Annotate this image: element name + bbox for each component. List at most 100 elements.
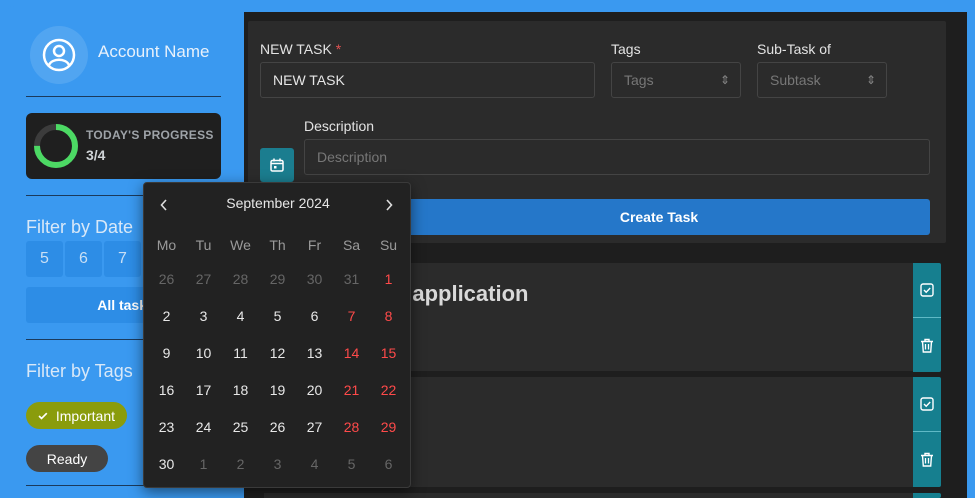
calendar-day[interactable]: 30 [148,450,185,478]
calendar-day[interactable]: 5 [333,450,370,478]
subtask-label: Sub-Task of [757,41,831,57]
calendar-day[interactable]: 31 [333,265,370,293]
calendar-day[interactable]: 23 [148,413,185,441]
user-icon [42,38,76,72]
trash-icon [921,338,933,353]
tag-label: Ready [46,450,88,467]
task-title: s application [394,281,529,306]
calendar-day[interactable]: 29 [259,265,296,293]
calendar-day[interactable]: 8 [370,302,407,330]
task-actions [913,377,941,487]
calendar-icon [270,158,284,172]
calendar-day[interactable]: 26 [259,413,296,441]
progress-card: TODAY'S PROGRESS 3/4 [26,113,221,179]
weekday-label: Tu [195,237,212,253]
progress-title: TODAY'S PROGRESS [86,128,214,142]
calendar-day[interactable]: 20 [296,376,333,404]
calendar-day[interactable]: 18 [222,376,259,404]
calendar-day[interactable]: 3 [259,450,296,478]
tags-placeholder: Tags [624,72,654,88]
weekday-label: Sa [342,237,361,253]
check-icon [38,412,48,420]
delete-task-button[interactable] [913,432,941,486]
progress-value: 3/4 [86,147,106,163]
description-label: Description [304,118,375,134]
task-card[interactable] [264,493,913,498]
calendar-day[interactable]: 30 [296,265,333,293]
calendar-day[interactable]: 15 [370,339,407,367]
calendar-day[interactable]: 1 [185,450,222,478]
calendar-day[interactable]: 4 [222,302,259,330]
tag-chip-important[interactable]: Important [26,402,127,429]
trash-icon [921,452,933,467]
calendar-day[interactable]: 22 [370,376,407,404]
app-window: Account Name TODAY'S PROGRESS 3/4 Filter… [0,0,975,498]
weekday-label: Fr [307,237,322,253]
check-square-icon [920,283,934,297]
calendar-day[interactable]: 19 [259,376,296,404]
calendar-day[interactable]: 1 [370,265,407,293]
required-mark: * [335,41,342,57]
calendar-day[interactable]: 14 [333,339,370,367]
tag-label: Important [55,407,115,424]
create-task-button[interactable]: Create Task [388,199,930,235]
account-name[interactable]: Account Name [98,42,210,62]
calendar-day[interactable]: 6 [370,450,407,478]
calendar-day[interactable]: 7 [333,302,370,330]
calendar-day[interactable]: 11 [222,339,259,367]
weekday-label: We [230,237,251,253]
tags-select[interactable]: Tags ⇕ [611,62,741,98]
calendar-day[interactable]: 26 [148,265,185,293]
date-cell[interactable]: 7 [104,241,141,277]
calendar-day[interactable]: 3 [185,302,222,330]
task-actions [913,263,941,372]
task-actions [913,493,941,498]
calendar-day[interactable]: 28 [333,413,370,441]
description-input[interactable]: Description [304,139,930,175]
weekday-label: Th [269,237,286,253]
date-picker: September 2024 Mo Tu We Th Fr Sa Su 26 27 28 29 30… [143,182,411,488]
calendar-button[interactable] [260,148,294,182]
calendar-day[interactable]: 9 [148,339,185,367]
new-task-label: NEW TASK * [260,41,342,57]
calendar-day[interactable]: 28 [222,265,259,293]
complete-task-button[interactable] [913,263,941,317]
calendar-day[interactable]: 27 [185,265,222,293]
calendar-day[interactable]: 12 [259,339,296,367]
calendar-day[interactable]: 4 [296,450,333,478]
calendar-day[interactable]: 29 [370,413,407,441]
weekday-label: Su [379,237,398,253]
chevron-right-icon [386,199,393,211]
tags-label: Tags [611,41,641,57]
calendar-day[interactable]: 21 [333,376,370,404]
calendar-day[interactable]: 10 [185,339,222,367]
complete-task-button[interactable] [913,377,941,431]
task-name-input[interactable]: NEW TASK [260,62,595,98]
date-cell[interactable]: 5 [26,241,63,277]
chevron-updown-icon: ⇕ [865,73,876,87]
calendar-day[interactable]: 24 [185,413,222,441]
subtask-placeholder: Subtask [770,72,821,88]
filter-date-title: Filter by Date [26,217,134,237]
calendar-day[interactable]: 5 [259,302,296,330]
divider [26,96,221,97]
month-label: September 2024 [226,195,330,211]
calendar-day[interactable]: 17 [185,376,222,404]
check-square-icon [920,397,934,411]
date-cell[interactable]: 6 [65,241,102,277]
calendar-day[interactable]: 2 [222,450,259,478]
filter-tags-title: Filter by Tags [26,361,133,381]
delete-task-button[interactable] [913,318,941,372]
calendar-day[interactable]: 27 [296,413,333,441]
calendar-day[interactable]: 25 [222,413,259,441]
calendar-day[interactable]: 6 [296,302,333,330]
calendar-day[interactable]: 16 [148,376,185,404]
avatar[interactable] [30,26,88,84]
progress-ring [34,124,78,168]
next-month-button[interactable] [377,193,401,217]
calendar-day[interactable]: 13 [296,339,333,367]
calendar-day[interactable]: 2 [148,302,185,330]
tag-chip-ready[interactable]: Ready [26,445,108,472]
chevron-updown-icon: ⇕ [719,73,730,87]
subtask-select[interactable]: Subtask ⇕ [757,62,887,98]
